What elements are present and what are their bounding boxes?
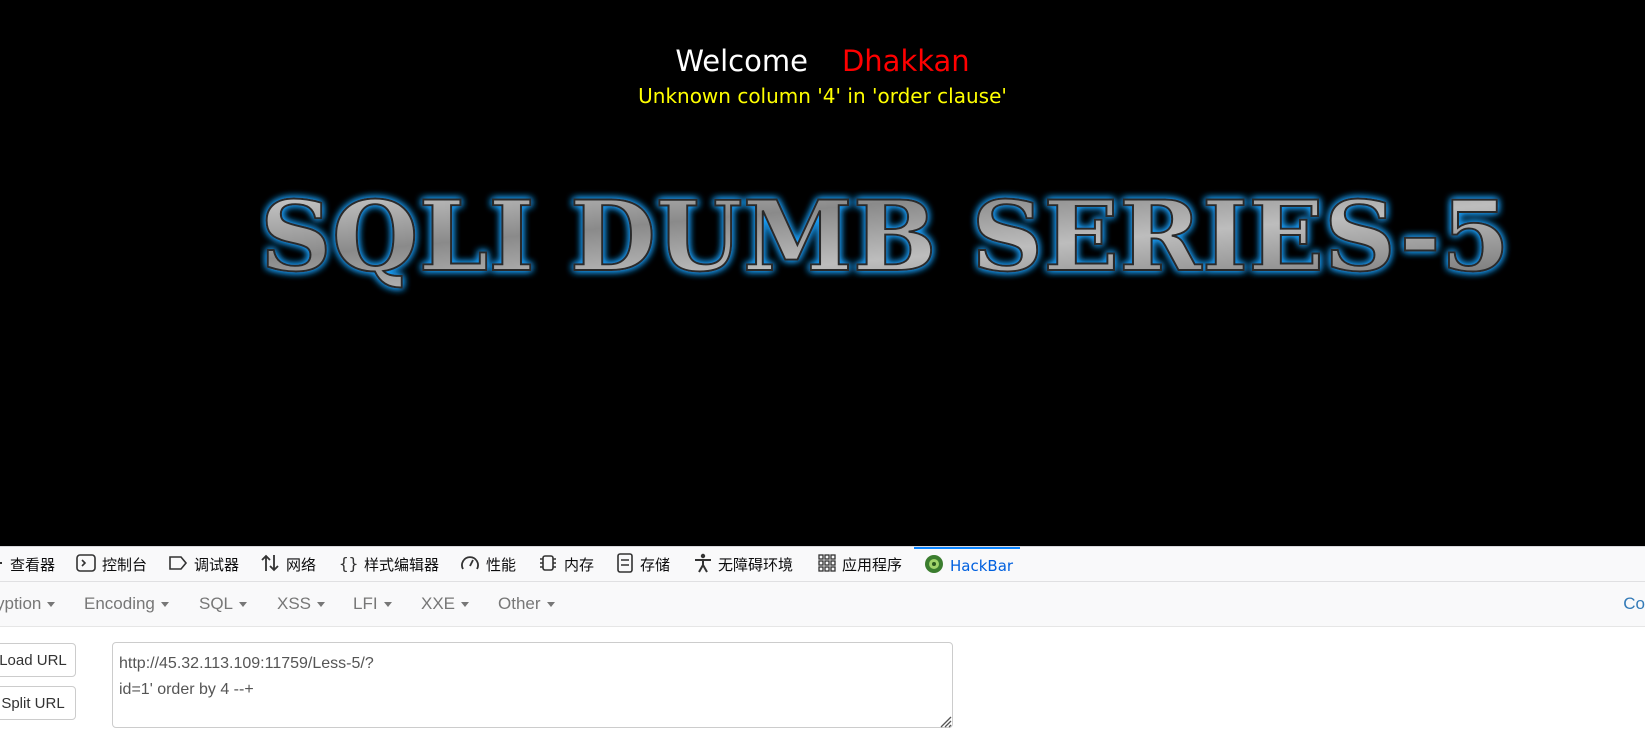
menu-lfi[interactable]: LFI [353, 582, 392, 626]
tab-console[interactable]: 控制台 [76, 547, 147, 582]
tab-inspector[interactable]: 查看器 [0, 547, 55, 582]
tab-label: 存储 [640, 556, 671, 574]
devtools-tabbar: 查看器 控制台 调试器 网络 {} 样式编辑器 性能 内存 存储 无障碍环境 应… [0, 546, 1645, 582]
menu-label: Encoding [84, 594, 155, 613]
chevron-down-icon [317, 602, 326, 608]
tab-label: 查看器 [10, 556, 56, 574]
welcome-label: Welcome [675, 44, 808, 78]
tab-label: HackBar [950, 556, 1014, 575]
inspector-icon [0, 555, 4, 575]
tab-network[interactable]: 网络 [260, 547, 316, 582]
tab-label: 样式编辑器 [364, 556, 440, 574]
tab-debugger[interactable]: 调试器 [168, 547, 239, 582]
tab-label: 无障碍环境 [718, 556, 794, 574]
chevron-down-icon [546, 602, 555, 608]
application-icon [818, 553, 836, 576]
tab-hackbar[interactable]: HackBar [914, 547, 1020, 582]
hackbar-icon [924, 554, 944, 578]
hackbar-toolbar: yption Encoding SQL XSS LFI XXE Other Co [0, 582, 1645, 627]
menu-label: yption [0, 594, 42, 613]
menu-label: LFI [353, 594, 378, 613]
sqli-banner-image: SQLI DUMB SERIES-5 [260, 178, 1520, 298]
welcome-line: Welcome Dhakkan [0, 44, 1645, 78]
storage-icon [616, 552, 634, 577]
tab-storage[interactable]: 存储 [616, 547, 670, 582]
split-url-button[interactable]: Split URL [0, 686, 76, 720]
chevron-down-icon [239, 602, 248, 608]
url-input[interactable] [112, 642, 953, 728]
tab-memory[interactable]: 内存 [538, 547, 594, 582]
menu-encryption[interactable]: yption [0, 582, 56, 626]
menu-label: XSS [277, 594, 312, 613]
chevron-down-icon [160, 602, 169, 608]
console-icon [76, 553, 96, 576]
chevron-down-icon [383, 602, 392, 608]
tab-label: 调试器 [194, 556, 240, 574]
banner-svg: SQLI DUMB SERIES-5 [260, 179, 1511, 294]
tab-label: 内存 [564, 556, 595, 574]
style-editor-icon: {} [338, 554, 358, 576]
banner-text: SQLI DUMB SERIES-5 [260, 180, 1510, 293]
menu-xss[interactable]: XSS [277, 582, 326, 626]
tab-label: 应用程序 [842, 556, 903, 574]
performance-icon [460, 554, 480, 576]
tab-style-editor[interactable]: {} 样式编辑器 [338, 547, 439, 582]
sql-error-message: Unknown column '4' in 'order clause' [638, 84, 1007, 108]
memory-icon [538, 553, 558, 577]
contribute-link[interactable]: Co [1623, 582, 1645, 626]
menu-encoding[interactable]: Encoding [84, 582, 169, 626]
menu-label: Other [498, 594, 541, 613]
debugger-icon [168, 555, 188, 575]
accessibility-icon [694, 553, 712, 577]
tab-performance[interactable]: 性能 [460, 547, 516, 582]
tab-label: 网络 [286, 556, 317, 574]
tab-label: 控制台 [102, 556, 148, 574]
menu-label: XXE [421, 594, 456, 613]
user-name: Dhakkan [841, 44, 970, 78]
menu-xxe[interactable]: XXE [421, 582, 470, 626]
menu-label: SQL [199, 594, 234, 613]
tab-label: 性能 [486, 556, 517, 574]
web-page: Welcome Dhakkan Unknown column '4' in 'or… [0, 0, 1645, 546]
hackbar-workarea: Load URL Split URL [0, 627, 1645, 729]
network-icon [260, 553, 280, 577]
svg-text:{}: {} [339, 554, 358, 572]
chevron-down-icon [47, 602, 56, 608]
tab-accessibility[interactable]: 无障碍环境 [694, 547, 793, 582]
chevron-down-icon [461, 602, 470, 608]
menu-sql[interactable]: SQL [199, 582, 248, 626]
resize-grip-icon[interactable] [938, 714, 952, 728]
menu-other[interactable]: Other [498, 582, 555, 626]
load-url-button[interactable]: Load URL [0, 643, 76, 677]
tab-application[interactable]: 应用程序 [818, 547, 902, 582]
devtools-panel: 查看器 控制台 调试器 网络 {} 样式编辑器 性能 内存 存储 无障碍环境 应… [0, 546, 1645, 729]
